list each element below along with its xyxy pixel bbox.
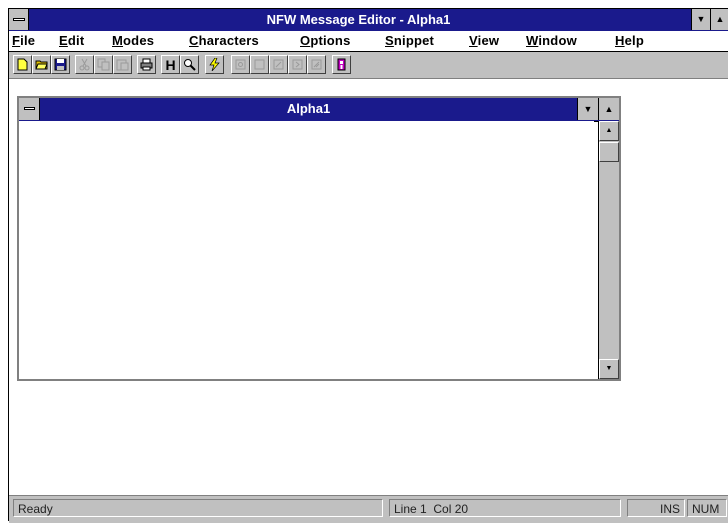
menu-view-label: iew: [477, 33, 500, 48]
document-window: Alpha1 ▼ ▲ ▲ ▼: [17, 96, 621, 381]
snippet-2-button[interactable]: [250, 55, 269, 74]
copy-button[interactable]: [94, 55, 113, 74]
scroll-thumb[interactable]: [599, 142, 619, 162]
system-menu-button[interactable]: [9, 9, 29, 30]
snippet-1-button[interactable]: [231, 55, 250, 74]
maximize-icon: ▲: [604, 104, 614, 114]
menu-snippet-label: nippet: [393, 33, 435, 48]
up-arrow-icon: ▲: [605, 127, 613, 134]
status-bar: Ready Line 1 Col 20 INS NUM: [9, 495, 728, 523]
search-icon: [184, 59, 196, 71]
search-button[interactable]: [180, 55, 199, 74]
menu-options-mnemonic: O: [300, 33, 311, 48]
system-menu-icon: [13, 18, 25, 21]
minimize-icon: ▼: [583, 104, 593, 114]
menu-edit-mnemonic: E: [59, 33, 68, 48]
menu-characters-mnemonic: C: [189, 33, 199, 48]
save-icon: [54, 58, 67, 71]
document-maximize-button[interactable]: ▲: [598, 98, 619, 120]
print-icon: [140, 58, 153, 71]
insert-mode-indicator: INS: [627, 499, 685, 517]
menu-options[interactable]: Options: [300, 33, 351, 48]
menu-help-mnemonic: H: [615, 33, 625, 48]
menu-window[interactable]: Window: [526, 33, 577, 48]
cut-button[interactable]: [75, 55, 94, 74]
menu-modes-label: odes: [123, 33, 155, 48]
open-folder-icon: [35, 60, 48, 70]
document-system-menu-icon: [24, 107, 35, 110]
new-file-icon: [17, 58, 28, 71]
help-button[interactable]: [332, 55, 351, 74]
scroll-down-button[interactable]: ▼: [599, 359, 619, 379]
snippet-5-button[interactable]: [307, 55, 326, 74]
open-folder-button[interactable]: [32, 55, 51, 74]
vertical-scrollbar[interactable]: ▲ ▼: [598, 121, 619, 379]
hold-button[interactable]: H: [161, 55, 180, 74]
snippet-2-icon: [254, 59, 265, 70]
help-icon: [337, 58, 346, 71]
new-file-button[interactable]: [13, 55, 32, 74]
snippet-4-icon: [292, 59, 303, 70]
paste-button[interactable]: [113, 55, 132, 74]
menu-characters-label: haracters: [198, 33, 259, 48]
menu-window-mnemonic: W: [526, 33, 539, 48]
document-title: Alpha1: [286, 101, 331, 116]
menu-view-mnemonic: V: [469, 33, 478, 48]
window-title: NFW Message Editor - Alpha1: [266, 12, 451, 27]
menu-window-label: indow: [538, 33, 577, 48]
menu-snippet-mnemonic: S: [385, 33, 394, 48]
lightning-icon: [209, 58, 220, 71]
cursor-position: Line 1 Col 20: [389, 499, 621, 517]
app-window: NFW Message Editor - Alpha1 ▼ ▲ File Edi…: [8, 8, 728, 523]
editor-text-area[interactable]: [19, 121, 594, 379]
menu-file[interactable]: File: [12, 33, 35, 48]
snippet-5-icon: [311, 59, 322, 70]
menu-characters[interactable]: Characters: [189, 33, 259, 48]
menu-modes[interactable]: Modes: [112, 33, 154, 48]
copy-icon: [97, 58, 110, 71]
menu-options-label: ptions: [310, 33, 351, 48]
snippet-3-button[interactable]: [269, 55, 288, 74]
snippet-4-button[interactable]: [288, 55, 307, 74]
num-lock-indicator: NUM: [687, 499, 727, 517]
minimize-icon: ▼: [696, 14, 706, 24]
status-message: Ready: [13, 499, 383, 517]
menu-snippet[interactable]: Snippet: [385, 33, 434, 48]
menu-edit[interactable]: Edit: [59, 33, 84, 48]
title-bar[interactable]: NFW Message Editor - Alpha1 ▼ ▲: [9, 9, 728, 32]
menu-modes-mnemonic: M: [112, 33, 124, 48]
maximize-button[interactable]: ▲: [710, 9, 728, 30]
menu-file-label: ile: [20, 33, 36, 48]
maximize-icon: ▲: [715, 14, 725, 24]
cut-icon: [79, 58, 90, 71]
menu-view[interactable]: View: [469, 33, 499, 48]
snippet-1-icon: [235, 59, 246, 70]
toolbar: H: [9, 52, 728, 79]
menu-help[interactable]: Help: [615, 33, 644, 48]
menu-help-label: elp: [624, 33, 644, 48]
menu-file-mnemonic: F: [12, 33, 21, 48]
hold-icon: H: [165, 56, 176, 73]
document-minimize-button[interactable]: ▼: [577, 98, 598, 120]
snippet-3-icon: [273, 59, 284, 70]
scroll-up-button[interactable]: ▲: [599, 121, 619, 141]
document-system-menu-button[interactable]: [19, 98, 40, 120]
down-arrow-icon: ▼: [605, 365, 613, 372]
menu-edit-label: dit: [67, 33, 85, 48]
menu-bar: File Edit Modes Characters Options Snipp…: [9, 31, 728, 52]
lightning-button[interactable]: [205, 55, 224, 74]
document-title-bar[interactable]: Alpha1 ▼ ▲: [19, 98, 619, 122]
print-button[interactable]: [137, 55, 156, 74]
save-button[interactable]: [51, 55, 70, 74]
minimize-button[interactable]: ▼: [691, 9, 710, 30]
paste-icon: [116, 59, 129, 71]
